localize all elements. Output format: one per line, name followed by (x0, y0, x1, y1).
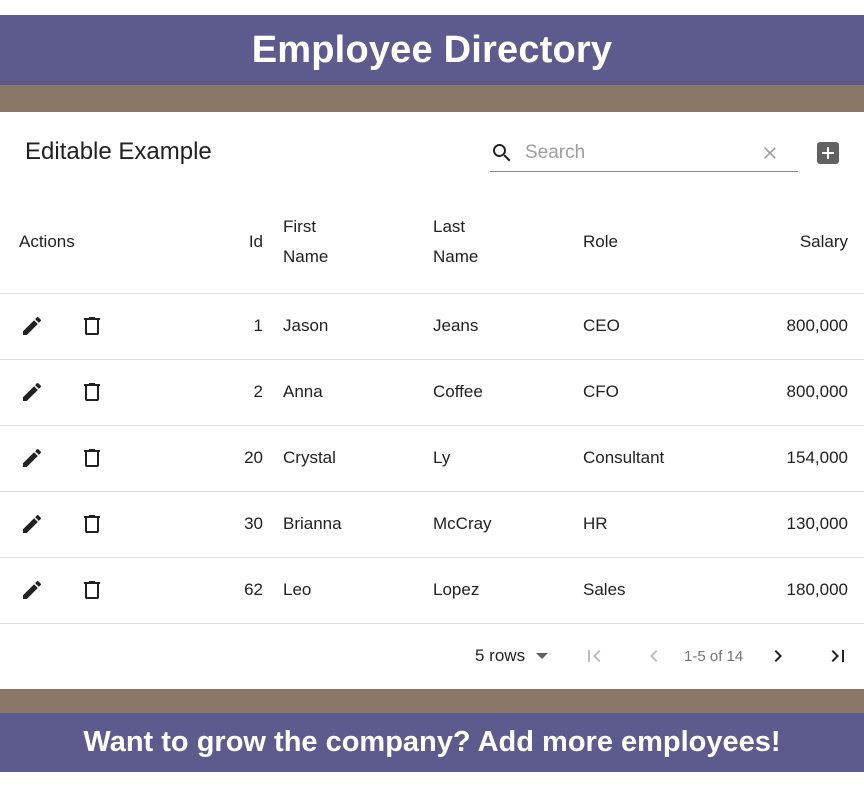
edit-icon[interactable] (19, 313, 45, 339)
page-title: Employee Directory (251, 28, 613, 71)
cell-id: 1 (253, 316, 263, 335)
cell-first-name: Leo (283, 580, 312, 599)
table-header-row: Actions Id First Name Last Name Role Sal… (0, 192, 864, 293)
decorative-strip-bottom (0, 689, 864, 713)
delete-icon[interactable] (79, 577, 105, 603)
pagination-range: 1-5 of 14 (684, 647, 744, 665)
top-margin (0, 0, 864, 15)
cell-salary: 180,000 (786, 580, 848, 599)
table-row: 1 Jason Jeans CEO 800,000 (0, 293, 864, 359)
edit-icon[interactable] (19, 511, 45, 537)
table-row: 30 Brianna McCray HR 130,000 (0, 491, 864, 557)
column-header-last-name-label: Last Name (433, 217, 479, 267)
cell-last-name: Ly (433, 448, 451, 467)
rows-per-page-select[interactable]: 5 rows (475, 646, 549, 666)
first-page-icon[interactable] (582, 644, 606, 668)
search-input[interactable] (525, 141, 755, 164)
edit-icon[interactable] (19, 445, 45, 471)
add-icon (822, 147, 834, 159)
cell-role: CFO (583, 382, 619, 401)
cell-last-name: Jeans (433, 316, 479, 335)
page-header: Employee Directory (0, 15, 864, 85)
column-header-role[interactable]: Role (583, 192, 733, 293)
cell-first-name: Anna (283, 382, 323, 401)
search-icon (490, 141, 514, 165)
cell-salary: 154,000 (786, 448, 848, 467)
cell-id: 62 (244, 580, 263, 599)
cell-first-name: Brianna (283, 514, 342, 533)
decorative-strip-top (0, 85, 864, 112)
edit-icon[interactable] (19, 577, 45, 603)
column-header-id[interactable]: Id (170, 192, 283, 293)
row-actions (0, 425, 170, 491)
cell-id: 2 (253, 382, 263, 401)
footer-text: Want to grow the company? Add more emplo… (83, 726, 781, 758)
cell-last-name: McCray (433, 514, 492, 533)
column-header-salary[interactable]: Salary (733, 192, 864, 293)
row-actions (0, 557, 170, 623)
chevron-right-icon[interactable] (766, 644, 790, 668)
delete-icon[interactable] (79, 379, 105, 405)
delete-icon[interactable] (79, 445, 105, 471)
last-page-icon[interactable] (826, 644, 850, 668)
arrow-drop-down-icon (535, 652, 549, 660)
cell-role: Consultant (583, 448, 665, 467)
cell-id: 30 (244, 514, 263, 533)
column-header-last-name[interactable]: Last Name (433, 192, 583, 293)
footer-banner: Want to grow the company? Add more emplo… (0, 713, 864, 772)
cell-salary: 130,000 (786, 514, 848, 533)
cell-first-name: Crystal (283, 448, 336, 467)
table-toolbar: Editable Example (0, 112, 864, 192)
cell-role: HR (583, 514, 608, 533)
cell-salary: 800,000 (786, 382, 848, 401)
row-actions (0, 491, 170, 557)
table-pagination: 5 rows 1-5 of 14 (0, 624, 864, 690)
employee-table-card: Editable Example Actions Id First Name L… (0, 112, 864, 689)
table-row: 62 Leo Lopez Sales 180,000 (0, 557, 864, 623)
employee-table: Actions Id First Name Last Name Role Sal… (0, 192, 864, 624)
cell-last-name: Coffee (433, 382, 483, 401)
close-icon[interactable] (760, 143, 780, 163)
cell-role: CEO (583, 316, 620, 335)
delete-icon[interactable] (79, 511, 105, 537)
rows-per-page-value: 5 rows (475, 645, 526, 665)
column-header-actions: Actions (19, 232, 75, 252)
cell-salary: 800,000 (786, 316, 848, 335)
cell-first-name: Jason (283, 316, 329, 335)
chevron-left-icon[interactable] (642, 644, 666, 668)
table-row: 2 Anna Coffee CFO 800,000 (0, 359, 864, 425)
cell-id: 20 (244, 448, 263, 467)
table-row: 20 Crystal Ly Consultant 154,000 (0, 425, 864, 491)
delete-icon[interactable] (79, 313, 105, 339)
edit-icon[interactable] (19, 379, 45, 405)
column-header-first-name-label: First Name (283, 217, 329, 267)
table-title: Editable Example (25, 138, 212, 165)
add-row-button[interactable] (817, 142, 839, 164)
cell-last-name: Lopez (433, 580, 480, 599)
column-header-first-name[interactable]: First Name (283, 192, 433, 293)
search-field[interactable] (490, 134, 798, 172)
row-actions (0, 359, 170, 425)
row-actions (0, 293, 170, 359)
cell-role: Sales (583, 580, 626, 599)
